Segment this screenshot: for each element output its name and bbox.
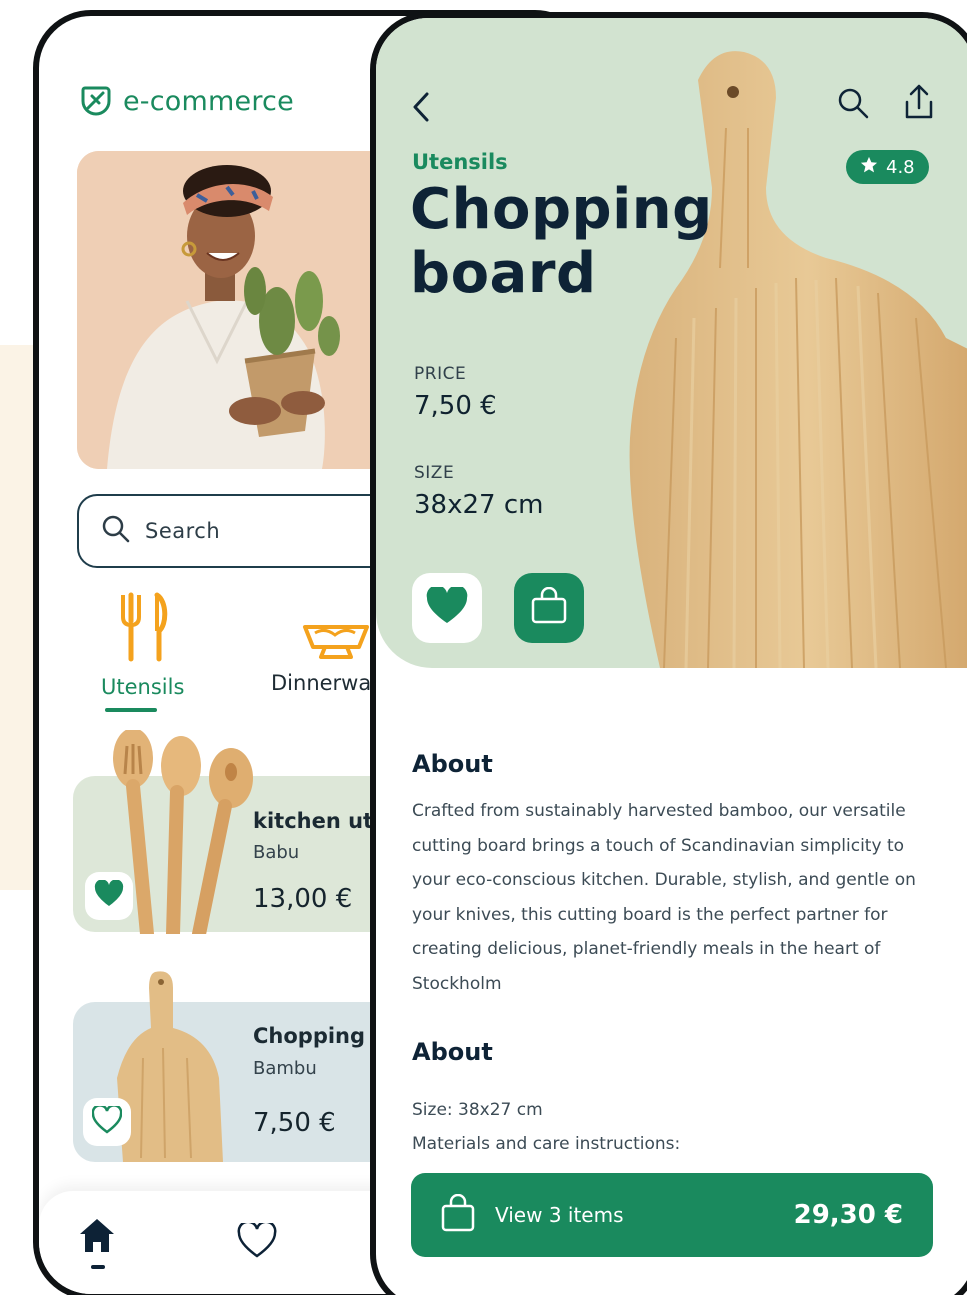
- active-category-indicator: [105, 708, 157, 712]
- search-icon: [836, 88, 870, 124]
- active-tab-indicator: [91, 1265, 105, 1269]
- shopping-bag-icon: [441, 1193, 475, 1236]
- product-title: kitchen ute: [253, 809, 388, 833]
- about-heading: About: [412, 750, 493, 778]
- size-value: 38x27 cm: [414, 490, 544, 520]
- product-title: Chopping b: [253, 1024, 388, 1048]
- size-label: SIZE: [414, 463, 455, 483]
- rating-value: 4.8: [886, 156, 915, 178]
- category-utensils[interactable]: Utensils: [101, 591, 184, 699]
- about-description: Crafted from sustainably harvested bambo…: [412, 801, 916, 994]
- product-hero-panel: 4.8 Utensils Chopping board PRICE 7,50 €…: [376, 18, 967, 668]
- brand-name: e-commerce: [123, 85, 294, 117]
- favorite-button[interactable]: [85, 872, 133, 920]
- price-value: 7,50 €: [414, 391, 497, 421]
- details-heading: About: [412, 1038, 493, 1066]
- materials-detail: Materials and care instructions:: [412, 1134, 681, 1154]
- tab-favorites[interactable]: [237, 1220, 277, 1263]
- share-icon: [902, 84, 936, 126]
- price-label: PRICE: [414, 364, 467, 384]
- heart-filled-icon: [94, 879, 124, 912]
- search-button[interactable]: [836, 86, 870, 124]
- share-button[interactable]: [902, 82, 936, 126]
- category-dinnerware[interactable]: Dinnerwa: [271, 591, 371, 695]
- brand-header: e-commerce: [79, 84, 294, 118]
- heart-outline-icon: [91, 1104, 123, 1138]
- tab-home[interactable]: [77, 1216, 117, 1258]
- search-icon: [101, 514, 131, 548]
- product-category: Utensils: [412, 150, 508, 174]
- leaf-logo-icon: [79, 84, 113, 118]
- product-title: Chopping board: [410, 177, 713, 306]
- star-icon: [860, 156, 878, 179]
- rating-badge: 4.8: [846, 150, 929, 184]
- heart-filled-icon: [426, 585, 468, 629]
- heart-icon: [237, 1220, 277, 1263]
- home-icon: [77, 1219, 117, 1258]
- category-label-dinnerware: Dinnerwa: [271, 671, 372, 695]
- chevron-left-icon: [410, 92, 432, 128]
- cart-label: View 3 items: [495, 1203, 624, 1227]
- back-button[interactable]: [410, 90, 432, 128]
- app-mockup: e-commerce Search Utensils Dinnerwa kitc…: [0, 0, 967, 1295]
- search-placeholder: Search: [145, 519, 221, 543]
- product-detail-phone: 4.8 Utensils Chopping board PRICE 7,50 €…: [370, 12, 967, 1295]
- view-cart-button[interactable]: View 3 items 29,30 €: [411, 1173, 933, 1257]
- product-brand: Babu: [253, 842, 300, 863]
- add-to-cart-button[interactable]: [514, 573, 584, 643]
- product-price: 7,50 €: [253, 1108, 336, 1138]
- shopping-bag-icon: [529, 586, 569, 629]
- utensils-icon: [113, 592, 173, 667]
- favorite-button[interactable]: [412, 573, 482, 643]
- favorite-button[interactable]: [83, 1098, 131, 1146]
- size-detail: Size: 38x27 cm: [412, 1100, 543, 1120]
- category-label-utensils: Utensils: [101, 675, 185, 699]
- bowl-icon: [271, 591, 371, 663]
- product-price: 13,00 €: [253, 884, 353, 914]
- cart-total: 29,30 €: [793, 1200, 903, 1230]
- product-brand: Bambu: [253, 1058, 317, 1079]
